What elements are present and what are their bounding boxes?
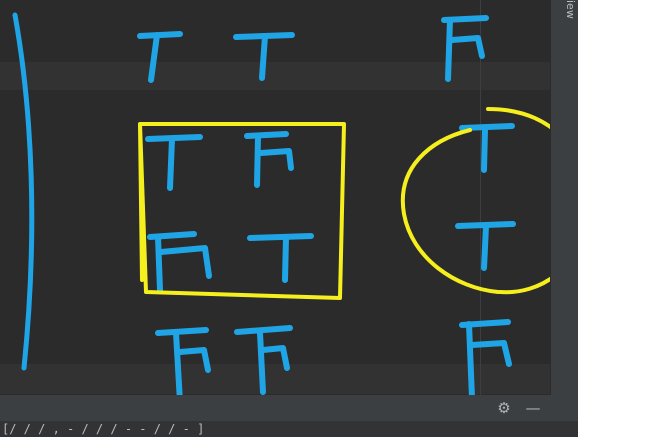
- ink-letter-T: [145, 134, 203, 191]
- ink-letter-T: [459, 123, 515, 173]
- gear-icon[interactable]: ⚙: [494, 397, 514, 419]
- ink-letter-F: [155, 327, 211, 405]
- sidebar-tab-view[interactable]: iew: [553, 0, 577, 22]
- blank-area: [578, 0, 653, 437]
- ink-letter-F: [234, 325, 293, 395]
- ink-letter-F: [441, 15, 489, 82]
- right-tool-window-strip: iew: [550, 0, 579, 437]
- ink-letter-T: [233, 32, 295, 81]
- tool-window-header: ⚙ —: [0, 395, 578, 421]
- ink-letter-F: [459, 319, 512, 401]
- ink-letter-F: [147, 231, 212, 293]
- status-bar: [/ / / , - / / / - - / / - ]: [0, 421, 578, 437]
- ink-letter-F: [244, 131, 294, 188]
- vertical-ink-line: [12, 12, 35, 371]
- ink-letter-T: [137, 31, 183, 83]
- ink-letter-T: [455, 221, 516, 271]
- editor-area[interactable]: [0, 0, 560, 437]
- ink-letter-T: [247, 233, 314, 283]
- status-text: [/ / / , - / / / - - / / - ]: [2, 422, 205, 436]
- handwritten-annotation: [12, 12, 560, 405]
- minimize-icon[interactable]: —: [523, 397, 543, 419]
